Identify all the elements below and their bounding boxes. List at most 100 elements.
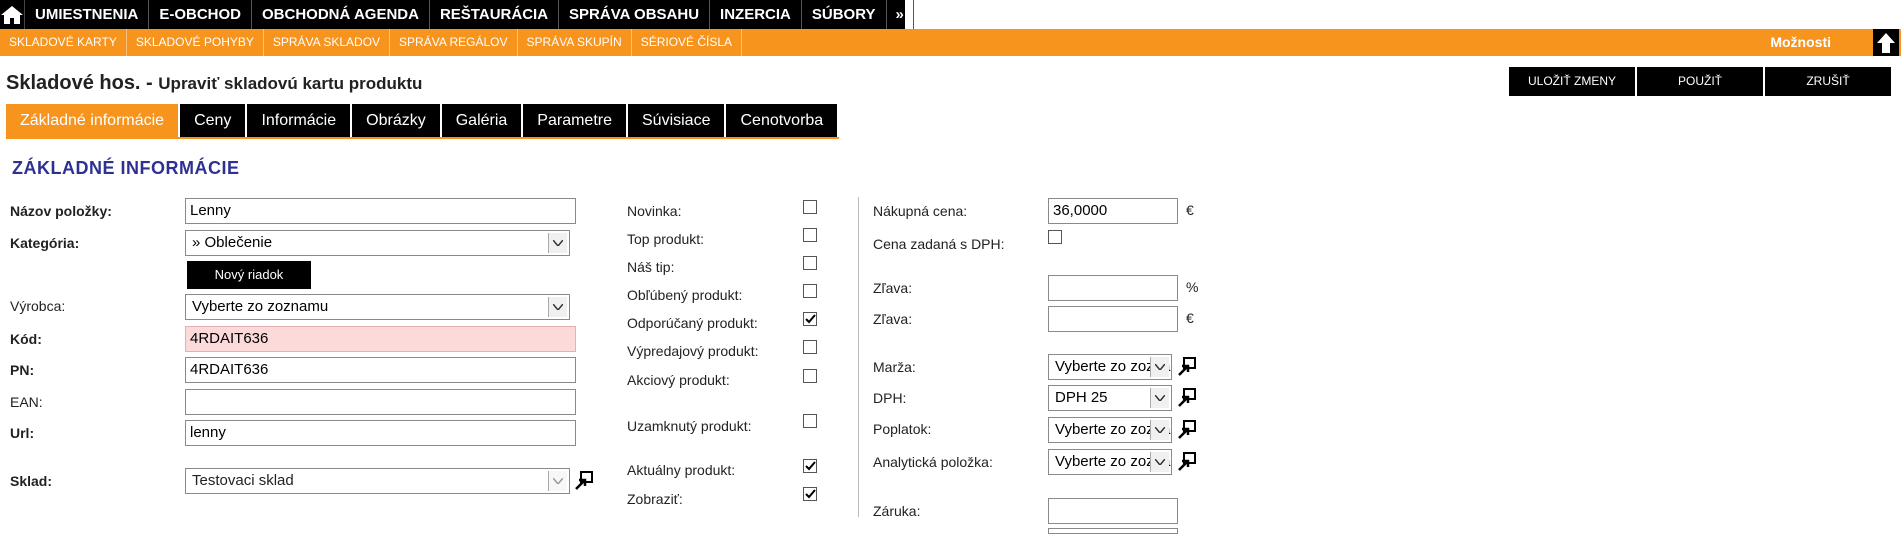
tab-suvisiace[interactable]: Súvisiace <box>628 104 725 137</box>
chevron-down-icon <box>548 297 567 317</box>
ean-label: EAN: <box>10 394 43 410</box>
nav-e-obchod[interactable]: E-OBCHOD <box>149 0 253 29</box>
flag-checkbox-novinka[interactable] <box>803 200 817 214</box>
stock-label: Sklad: <box>10 473 53 489</box>
column-divider <box>858 197 859 517</box>
subnav-seriove-cisla[interactable]: SÉRIOVÉ ČÍSLA <box>632 29 743 56</box>
vat-entered-checkbox[interactable] <box>1048 230 1062 244</box>
sub-navigation: SKLADOVÉ KARTY SKLADOVÉ POHYBY SPRÁVA SK… <box>0 29 1901 56</box>
flag-checkbox-oblubeny[interactable] <box>803 284 817 298</box>
fee-select[interactable]: Vyberte zo zoznamu <box>1048 417 1172 443</box>
flag-label-odporucany: Odporúčaný produkt: <box>627 315 758 331</box>
fee-link-icon[interactable] <box>1177 420 1197 440</box>
subnav-sprava-skladov[interactable]: SPRÁVA SKLADOV <box>264 29 391 56</box>
flag-checkbox-top[interactable] <box>803 228 817 242</box>
tab-underline <box>6 137 839 139</box>
flag-label-aktualny: Aktuálny produkt: <box>627 462 736 478</box>
tab-ceny[interactable]: Ceny <box>180 104 246 137</box>
flag-label-tip: Náš tip: <box>627 259 675 275</box>
chevron-down-icon <box>1150 388 1169 408</box>
url-input[interactable]: lenny <box>185 420 576 446</box>
tab-bar: Základné informácie Ceny Informácie Obrá… <box>6 104 838 137</box>
subnav-sprava-regalov[interactable]: SPRÁVA REGÁLOV <box>390 29 518 56</box>
discount-eur-label: Zľava: <box>873 311 913 327</box>
category-select[interactable]: » Oblečenie <box>185 230 570 256</box>
vat-link-icon[interactable] <box>1177 388 1197 408</box>
chevron-down-icon <box>548 471 567 491</box>
flag-label-zobrazit: Zobraziť: <box>627 491 683 507</box>
nav-umiestnenia[interactable]: UMIESTNENIA <box>25 0 150 29</box>
subnav-skladove-karty[interactable]: SKLADOVÉ KARTY <box>0 29 127 56</box>
tab-galeria[interactable]: Galéria <box>441 104 522 137</box>
warranty-input[interactable] <box>1048 498 1178 524</box>
nav-inzercia[interactable]: INZERCIA <box>710 0 802 29</box>
discount-eur-input[interactable] <box>1048 306 1178 332</box>
code-input[interactable]: 4RDAIT636 <box>185 326 576 352</box>
tab-obrazky[interactable]: Obrázky <box>352 104 440 137</box>
top-navigation: UMIESTNENIA E-OBCHOD OBCHODNÁ AGENDA REŠ… <box>0 0 914 29</box>
ean-input[interactable] <box>185 389 576 415</box>
flag-label-oblubeny: Obľúbený produkt: <box>627 287 743 303</box>
tab-informacie[interactable]: Informácie <box>247 104 351 137</box>
category-label: Kategória: <box>10 235 80 251</box>
action-buttons: ULOŽIŤ ZMENY POUŽIŤ ZRUŠIŤ <box>1509 67 1891 96</box>
warranty-label: Záruka: <box>873 503 921 519</box>
stock-select[interactable]: Testovaci sklad <box>185 468 570 494</box>
fee-label: Poplatok: <box>873 421 932 437</box>
page-title-main: Skladové hos. - <box>6 72 153 94</box>
vat-select[interactable]: DPH 25 <box>1048 385 1172 411</box>
flag-checkbox-uzamknuty[interactable] <box>803 414 817 428</box>
scroll-up-icon[interactable] <box>1873 29 1899 56</box>
flag-checkbox-aktualny[interactable] <box>803 459 817 473</box>
code-label: Kód: <box>10 331 42 347</box>
name-input[interactable]: Lenny <box>185 198 576 224</box>
flag-label-top: Top produkt: <box>627 231 705 247</box>
tab-parametre[interactable]: Parametre <box>523 104 626 137</box>
tab-zakladne-informacie[interactable]: Základné informácie <box>6 104 179 137</box>
options-menu[interactable]: Možnosti <box>1770 29 1831 56</box>
link-icon[interactable] <box>574 471 594 491</box>
discount-eur-unit: € <box>1186 310 1194 326</box>
margin-link-icon[interactable] <box>1177 357 1197 377</box>
pn-input[interactable]: 4RDAIT636 <box>185 357 576 383</box>
nav-restauracia[interactable]: REŠTAURÁCIA <box>430 0 560 29</box>
flag-checkbox-zobrazit[interactable] <box>803 487 817 501</box>
analytic-label: Analytická položka: <box>873 454 993 470</box>
maker-value: Vyberte zo zoznamu <box>192 298 329 315</box>
tab-cenotvorba[interactable]: Cenotvorba <box>726 104 838 137</box>
cancel-button[interactable]: ZRUŠIŤ <box>1765 67 1891 96</box>
flag-checkbox-odporucany[interactable] <box>803 312 817 326</box>
nav-more[interactable]: » <box>887 0 914 29</box>
discount-percent-label: Zľava: <box>873 280 913 296</box>
new-row-button[interactable]: Nový riadok <box>187 261 311 289</box>
subnav-skladove-pohyby[interactable]: SKLADOVÉ POHYBY <box>127 29 264 56</box>
nav-obchodna-agenda[interactable]: OBCHODNÁ AGENDA <box>252 0 430 29</box>
flag-checkbox-vypredaj[interactable] <box>803 340 817 354</box>
flag-label-vypredaj: Výpredajový produkt: <box>627 343 759 359</box>
purchase-price-input[interactable]: 36,0000 <box>1048 198 1178 224</box>
maker-select[interactable]: Vyberte zo zoznamu <box>185 294 570 320</box>
margin-select[interactable]: Vyberte zo zoznamu <box>1048 354 1172 380</box>
nav-subory[interactable]: SÚBORY <box>802 0 887 29</box>
save-changes-button[interactable]: ULOŽIŤ ZMENY <box>1509 67 1635 96</box>
apply-button[interactable]: POUŽIŤ <box>1637 67 1763 96</box>
subnav-sprava-skupin[interactable]: SPRÁVA SKUPÍN <box>518 29 632 56</box>
page-title: Skladové hos. - Upraviť skladovú kartu p… <box>6 72 422 95</box>
page-subtitle: Upraviť skladovú kartu produktu <box>158 74 423 93</box>
purchase-price-unit: € <box>1186 202 1194 218</box>
next-field-input[interactable] <box>1048 528 1178 534</box>
purchase-price-label: Nákupná cena: <box>873 203 968 219</box>
analytic-link-icon[interactable] <box>1177 452 1197 472</box>
home-icon[interactable] <box>0 0 25 29</box>
chevron-down-icon <box>548 233 567 253</box>
chevron-down-icon <box>1150 357 1169 377</box>
discount-percent-input[interactable] <box>1048 275 1178 301</box>
name-label: Názov položky: <box>10 203 112 219</box>
maker-label: Výrobca: <box>10 298 66 314</box>
analytic-select[interactable]: Vyberte zo zoznamu <box>1048 449 1172 475</box>
flag-checkbox-tip[interactable] <box>803 256 817 270</box>
nav-sprava-obsahu[interactable]: SPRÁVA OBSAHU <box>559 0 711 29</box>
stock-value: Testovaci sklad <box>192 472 294 489</box>
flag-checkbox-akciovy[interactable] <box>803 369 817 383</box>
flag-label-akciovy: Akciový produkt: <box>627 372 730 388</box>
